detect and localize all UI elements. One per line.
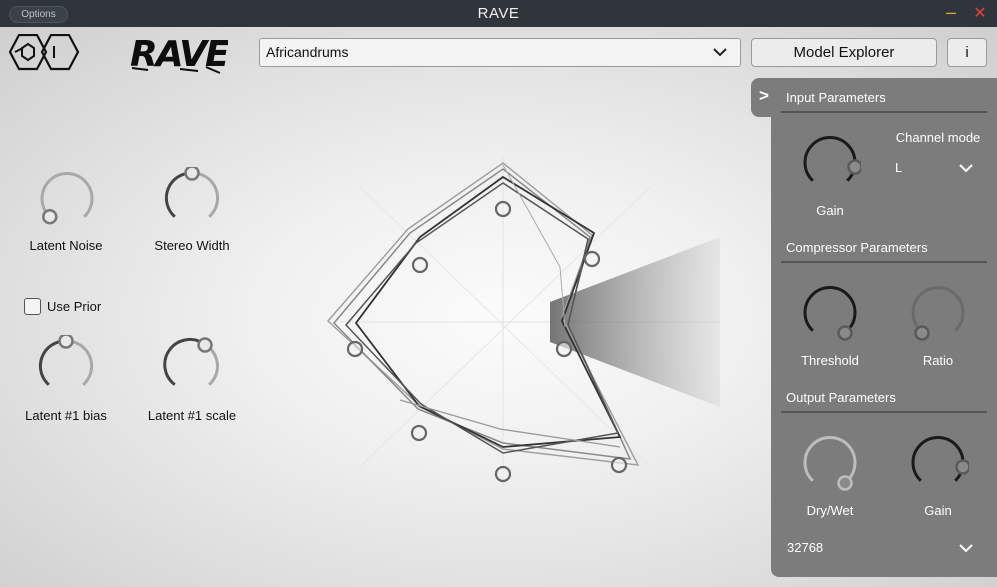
model-select[interactable]: Africandrums [259, 38, 741, 67]
window-title: RAVE [477, 5, 520, 22]
latent-bias-knob[interactable] [35, 335, 97, 397]
use-prior-label: Use Prior [47, 299, 102, 314]
threshold-knob[interactable] [799, 281, 861, 343]
chevron-down-icon[interactable] [958, 162, 974, 174]
channel-mode-label: Channel mode [895, 130, 981, 145]
input-gain-knob[interactable] [799, 131, 861, 193]
latent-scale-knob[interactable] [161, 335, 223, 397]
dry-wet-knob-handle [837, 475, 853, 491]
ratio-knob[interactable] [907, 281, 969, 343]
latent-point-handle [494, 465, 512, 483]
section-divider [781, 111, 987, 113]
channel-mode-select[interactable]: L [895, 160, 902, 175]
latent-point-handle [583, 250, 601, 268]
close-button[interactable]: ✕ [968, 0, 992, 27]
title-bar: Options RAVE – ✕ [0, 0, 997, 27]
brand-logo-icon [9, 34, 80, 71]
threshold-label: Threshold [801, 353, 859, 368]
latent-point-handle [410, 424, 428, 442]
compressor-parameters-title: Compressor Parameters [786, 240, 928, 255]
latent-beam-shape [550, 237, 720, 407]
chevron-down-icon[interactable] [958, 542, 974, 554]
chevron-down-icon [713, 48, 727, 57]
dry-wet-knob[interactable] [799, 431, 861, 493]
section-divider [781, 261, 987, 263]
output-gain-label: Gain [924, 503, 952, 518]
buffer-size-select[interactable]: 32768 [787, 540, 823, 555]
stereo-width-knob-handle [184, 167, 200, 181]
latent-noise-knob-handle [42, 208, 58, 225]
info-button[interactable]: i [947, 38, 987, 67]
output-gain-knob-handle [955, 459, 969, 475]
latent-point-handle [610, 456, 628, 474]
latent-point-handle [411, 256, 429, 274]
stereo-width-knob[interactable] [161, 167, 223, 229]
use-prior-checkbox[interactable] [24, 298, 41, 315]
minimize-button[interactable]: – [940, 0, 962, 27]
panel-toggle-icon[interactable]: > [759, 86, 769, 106]
latent-point-handle [494, 200, 512, 218]
stereo-width-label: Stereo Width [154, 238, 230, 253]
input-parameters-title: Input Parameters [786, 90, 886, 105]
latent-noise-label: Latent Noise [29, 238, 103, 253]
latent-visualizer [326, 157, 720, 487]
dry-wet-label: Dry/Wet [806, 503, 854, 518]
ratio-label: Ratio [922, 353, 954, 368]
input-gain-knob-handle [847, 159, 861, 175]
output-parameters-title: Output Parameters [786, 390, 896, 405]
ratio-knob-handle [914, 325, 930, 341]
latent-point-handle [555, 340, 573, 358]
model-explorer-button[interactable]: Model Explorer [751, 38, 937, 67]
threshold-knob-handle [837, 325, 853, 341]
latent-scale-knob-handle [197, 337, 213, 353]
rave-logo: RAVE [130, 34, 228, 75]
latent-bias-label: Latent #1 bias [25, 408, 107, 423]
latent-bias-knob-handle [58, 335, 74, 349]
model-select-value: Africandrums [266, 44, 349, 60]
input-gain-label: Gain [816, 203, 844, 218]
latent-point-handle [346, 340, 364, 358]
latent-scale-label: Latent #1 scale [147, 408, 237, 423]
output-gain-knob[interactable] [907, 431, 969, 493]
section-divider [781, 411, 987, 413]
latent-noise-knob[interactable] [36, 167, 98, 229]
